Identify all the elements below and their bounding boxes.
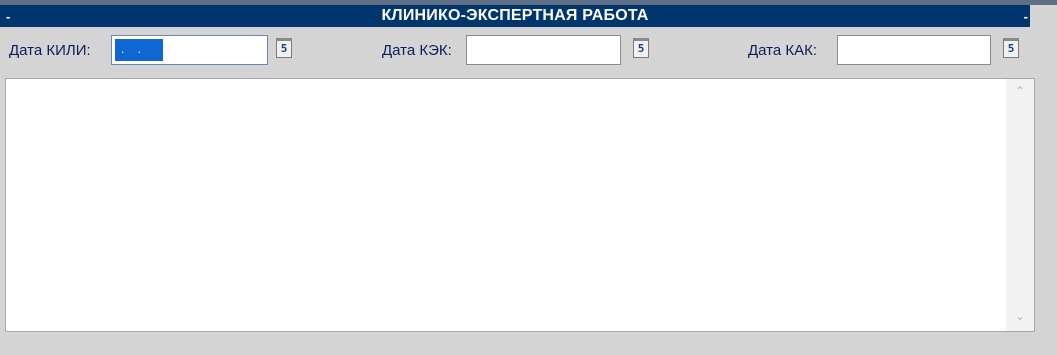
kak-calendar-icon[interactable]: 5 bbox=[1003, 38, 1019, 58]
kak-date-label: Дата КАК: bbox=[748, 42, 818, 59]
kak-date-input[interactable] bbox=[837, 35, 991, 65]
kili-date-input[interactable]: . . bbox=[111, 35, 268, 65]
section-header: - КЛИНИКО-ЭКСПЕРТНАЯ РАБОТА - bbox=[0, 5, 1030, 27]
kili-calendar-icon[interactable]: 5 bbox=[276, 38, 292, 58]
vertical-scrollbar[interactable]: ⌃ ⌄ bbox=[1006, 79, 1034, 331]
kek-date-input[interactable] bbox=[466, 35, 621, 65]
kili-date-selection: . . bbox=[115, 39, 163, 61]
kek-calendar-icon[interactable]: 5 bbox=[633, 38, 649, 58]
kek-date-label: Дата КЭК: bbox=[382, 42, 452, 59]
scroll-up-icon[interactable]: ⌃ bbox=[1015, 85, 1025, 97]
scroll-down-icon[interactable]: ⌄ bbox=[1015, 310, 1025, 322]
notes-textarea[interactable]: ⌃ ⌄ bbox=[5, 78, 1035, 332]
collapse-right-button[interactable]: - bbox=[1024, 10, 1028, 23]
section-title: КЛИНИКО-ЭКСПЕРТНАЯ РАБОТА bbox=[381, 7, 649, 24]
kili-date-label: Дата КИЛИ: bbox=[9, 42, 91, 59]
